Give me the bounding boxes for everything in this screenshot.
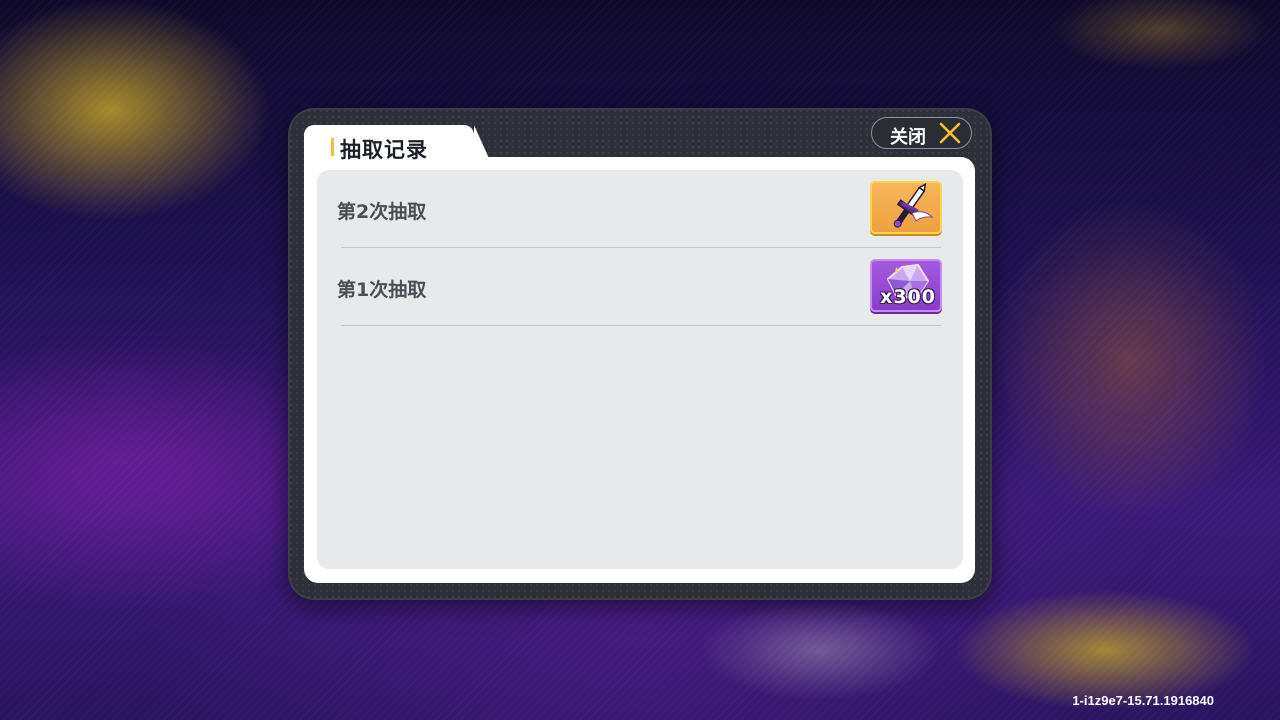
close-button[interactable]: 关闭 (871, 117, 972, 149)
reward-item[interactable]: x300 (870, 259, 942, 312)
reward-count: x300 (880, 286, 936, 308)
history-row-label: 第1次抽取 (337, 279, 427, 301)
close-icon (939, 122, 961, 144)
build-version-text: 1-i1z9e7-15.71.1916840 (1072, 693, 1214, 708)
sword-weapon-icon (893, 183, 934, 228)
reward-item[interactable] (870, 181, 942, 234)
tab-draw-history[interactable]: 抽取记录 (304, 125, 492, 165)
history-row: 第2次抽取 (337, 170, 942, 248)
close-button-label: 关闭 (890, 127, 926, 148)
history-row-label: 第2次抽取 (337, 201, 427, 223)
tab-accent-bar (331, 138, 334, 156)
history-panel: 第2次抽取 第1次抽取 x300 (304, 157, 975, 583)
dialog-title: 抽取记录 (340, 138, 428, 162)
history-row: 第1次抽取 x300 (337, 248, 942, 326)
history-list: 第2次抽取 第1次抽取 x300 (317, 170, 963, 569)
draw-history-dialog: 第2次抽取 第1次抽取 x300 抽取记录 关闭 (288, 108, 992, 600)
